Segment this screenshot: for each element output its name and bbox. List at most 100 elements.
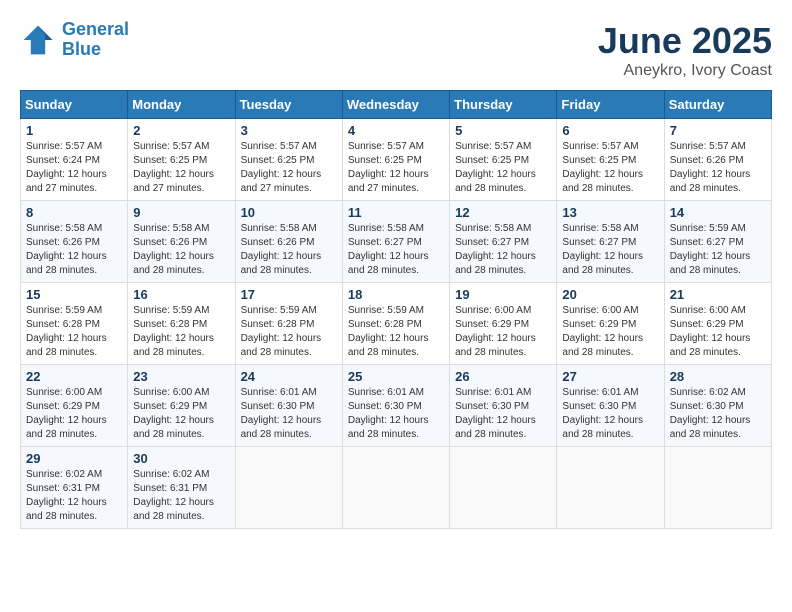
day-number: 20 (562, 287, 658, 302)
calendar-cell (342, 447, 449, 529)
day-info: Sunrise: 5:58 AM Sunset: 6:27 PM Dayligh… (562, 222, 658, 278)
day-info: Sunrise: 6:01 AM Sunset: 6:30 PM Dayligh… (241, 386, 337, 442)
calendar-cell: 4 Sunrise: 5:57 AM Sunset: 6:25 PM Dayli… (342, 119, 449, 201)
calendar-cell: 24 Sunrise: 6:01 AM Sunset: 6:30 PM Dayl… (235, 365, 342, 447)
day-info: Sunrise: 6:00 AM Sunset: 6:29 PM Dayligh… (562, 304, 658, 360)
title-area: June 2025 Aneykro, Ivory Coast (598, 20, 772, 80)
day-info: Sunrise: 6:01 AM Sunset: 6:30 PM Dayligh… (348, 386, 444, 442)
day-number: 11 (348, 205, 444, 220)
day-number: 22 (26, 369, 122, 384)
calendar-cell: 21 Sunrise: 6:00 AM Sunset: 6:29 PM Dayl… (664, 283, 771, 365)
day-info: Sunrise: 6:02 AM Sunset: 6:31 PM Dayligh… (133, 468, 229, 524)
day-number: 18 (348, 287, 444, 302)
calendar-body: 1 Sunrise: 5:57 AM Sunset: 6:24 PM Dayli… (21, 119, 772, 529)
calendar-cell: 30 Sunrise: 6:02 AM Sunset: 6:31 PM Dayl… (128, 447, 235, 529)
day-number: 9 (133, 205, 229, 220)
calendar-cell: 1 Sunrise: 5:57 AM Sunset: 6:24 PM Dayli… (21, 119, 128, 201)
day-number: 1 (26, 123, 122, 138)
day-number: 6 (562, 123, 658, 138)
day-info: Sunrise: 6:00 AM Sunset: 6:29 PM Dayligh… (670, 304, 766, 360)
calendar-cell (235, 447, 342, 529)
day-number: 3 (241, 123, 337, 138)
day-info: Sunrise: 5:57 AM Sunset: 6:25 PM Dayligh… (133, 140, 229, 196)
day-number: 24 (241, 369, 337, 384)
day-info: Sunrise: 6:01 AM Sunset: 6:30 PM Dayligh… (455, 386, 551, 442)
day-info: Sunrise: 5:59 AM Sunset: 6:28 PM Dayligh… (133, 304, 229, 360)
month-title: June 2025 (598, 20, 772, 62)
calendar-cell: 12 Sunrise: 5:58 AM Sunset: 6:27 PM Dayl… (450, 201, 557, 283)
calendar-cell: 23 Sunrise: 6:00 AM Sunset: 6:29 PM Dayl… (128, 365, 235, 447)
day-number: 30 (133, 451, 229, 466)
calendar-table: SundayMondayTuesdayWednesdayThursdayFrid… (20, 90, 772, 529)
day-number: 26 (455, 369, 551, 384)
day-info: Sunrise: 5:57 AM Sunset: 6:25 PM Dayligh… (241, 140, 337, 196)
day-number: 16 (133, 287, 229, 302)
calendar-cell: 8 Sunrise: 5:58 AM Sunset: 6:26 PM Dayli… (21, 201, 128, 283)
calendar-cell: 14 Sunrise: 5:59 AM Sunset: 6:27 PM Dayl… (664, 201, 771, 283)
calendar-week-5: 29 Sunrise: 6:02 AM Sunset: 6:31 PM Dayl… (21, 447, 772, 529)
calendar-week-2: 8 Sunrise: 5:58 AM Sunset: 6:26 PM Dayli… (21, 201, 772, 283)
day-number: 19 (455, 287, 551, 302)
day-number: 21 (670, 287, 766, 302)
calendar-cell (450, 447, 557, 529)
day-info: Sunrise: 6:00 AM Sunset: 6:29 PM Dayligh… (455, 304, 551, 360)
weekday-header-tuesday: Tuesday (235, 91, 342, 119)
day-info: Sunrise: 5:58 AM Sunset: 6:27 PM Dayligh… (455, 222, 551, 278)
day-info: Sunrise: 5:57 AM Sunset: 6:25 PM Dayligh… (562, 140, 658, 196)
calendar-cell: 20 Sunrise: 6:00 AM Sunset: 6:29 PM Dayl… (557, 283, 664, 365)
day-info: Sunrise: 5:59 AM Sunset: 6:28 PM Dayligh… (26, 304, 122, 360)
calendar-cell: 18 Sunrise: 5:59 AM Sunset: 6:28 PM Dayl… (342, 283, 449, 365)
calendar-cell: 10 Sunrise: 5:58 AM Sunset: 6:26 PM Dayl… (235, 201, 342, 283)
calendar-cell: 29 Sunrise: 6:02 AM Sunset: 6:31 PM Dayl… (21, 447, 128, 529)
day-info: Sunrise: 5:59 AM Sunset: 6:27 PM Dayligh… (670, 222, 766, 278)
day-info: Sunrise: 5:59 AM Sunset: 6:28 PM Dayligh… (348, 304, 444, 360)
weekday-header-saturday: Saturday (664, 91, 771, 119)
day-info: Sunrise: 6:02 AM Sunset: 6:31 PM Dayligh… (26, 468, 122, 524)
calendar-cell: 17 Sunrise: 5:59 AM Sunset: 6:28 PM Dayl… (235, 283, 342, 365)
calendar-cell: 27 Sunrise: 6:01 AM Sunset: 6:30 PM Dayl… (557, 365, 664, 447)
calendar-cell (664, 447, 771, 529)
weekday-header-row: SundayMondayTuesdayWednesdayThursdayFrid… (21, 91, 772, 119)
calendar-cell: 13 Sunrise: 5:58 AM Sunset: 6:27 PM Dayl… (557, 201, 664, 283)
calendar-cell: 9 Sunrise: 5:58 AM Sunset: 6:26 PM Dayli… (128, 201, 235, 283)
day-number: 12 (455, 205, 551, 220)
day-number: 23 (133, 369, 229, 384)
day-number: 15 (26, 287, 122, 302)
weekday-header-monday: Monday (128, 91, 235, 119)
day-number: 17 (241, 287, 337, 302)
day-info: Sunrise: 5:58 AM Sunset: 6:26 PM Dayligh… (133, 222, 229, 278)
calendar-cell: 6 Sunrise: 5:57 AM Sunset: 6:25 PM Dayli… (557, 119, 664, 201)
calendar-cell: 26 Sunrise: 6:01 AM Sunset: 6:30 PM Dayl… (450, 365, 557, 447)
day-number: 27 (562, 369, 658, 384)
weekday-header-wednesday: Wednesday (342, 91, 449, 119)
day-number: 7 (670, 123, 766, 138)
day-number: 14 (670, 205, 766, 220)
calendar-cell: 5 Sunrise: 5:57 AM Sunset: 6:25 PM Dayli… (450, 119, 557, 201)
day-number: 2 (133, 123, 229, 138)
day-info: Sunrise: 5:58 AM Sunset: 6:26 PM Dayligh… (241, 222, 337, 278)
logo-text: General Blue (62, 20, 129, 60)
day-info: Sunrise: 5:58 AM Sunset: 6:26 PM Dayligh… (26, 222, 122, 278)
logo-icon (20, 22, 56, 58)
day-number: 13 (562, 205, 658, 220)
calendar-week-1: 1 Sunrise: 5:57 AM Sunset: 6:24 PM Dayli… (21, 119, 772, 201)
day-number: 29 (26, 451, 122, 466)
day-number: 25 (348, 369, 444, 384)
calendar-cell: 19 Sunrise: 6:00 AM Sunset: 6:29 PM Dayl… (450, 283, 557, 365)
day-info: Sunrise: 5:57 AM Sunset: 6:26 PM Dayligh… (670, 140, 766, 196)
weekday-header-sunday: Sunday (21, 91, 128, 119)
calendar-cell: 22 Sunrise: 6:00 AM Sunset: 6:29 PM Dayl… (21, 365, 128, 447)
day-info: Sunrise: 6:00 AM Sunset: 6:29 PM Dayligh… (26, 386, 122, 442)
day-info: Sunrise: 5:57 AM Sunset: 6:25 PM Dayligh… (455, 140, 551, 196)
day-number: 4 (348, 123, 444, 138)
calendar-cell: 11 Sunrise: 5:58 AM Sunset: 6:27 PM Dayl… (342, 201, 449, 283)
calendar-week-3: 15 Sunrise: 5:59 AM Sunset: 6:28 PM Dayl… (21, 283, 772, 365)
day-number: 10 (241, 205, 337, 220)
day-info: Sunrise: 5:57 AM Sunset: 6:24 PM Dayligh… (26, 140, 122, 196)
calendar-cell: 15 Sunrise: 5:59 AM Sunset: 6:28 PM Dayl… (21, 283, 128, 365)
calendar-cell: 2 Sunrise: 5:57 AM Sunset: 6:25 PM Dayli… (128, 119, 235, 201)
day-info: Sunrise: 6:02 AM Sunset: 6:30 PM Dayligh… (670, 386, 766, 442)
calendar-cell (557, 447, 664, 529)
day-info: Sunrise: 5:58 AM Sunset: 6:27 PM Dayligh… (348, 222, 444, 278)
weekday-header-thursday: Thursday (450, 91, 557, 119)
